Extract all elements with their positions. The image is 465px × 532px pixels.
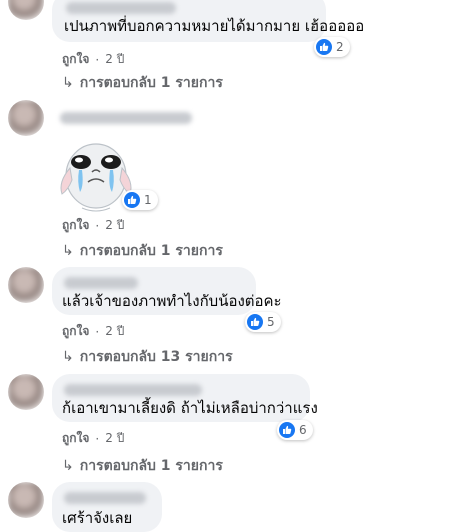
separator: ·: [95, 52, 100, 67]
replies-label: การตอบกลับ 13 รายการ: [79, 349, 233, 365]
commenter-name-blurred[interactable]: [66, 2, 176, 14]
avatar[interactable]: [8, 100, 44, 136]
timestamp[interactable]: 2 ปี: [105, 216, 124, 235]
like-link[interactable]: ถูกใจ: [62, 216, 89, 235]
like-link[interactable]: ถูกใจ: [62, 50, 89, 69]
timestamp[interactable]: 2 ปี: [105, 429, 124, 448]
thumbs-up-icon: [124, 192, 140, 208]
reaction-count[interactable]: 5: [245, 312, 281, 332]
comment-text: เปนภาพที่บอกความหมายได้มากมาย เฮ้อออออ: [64, 17, 365, 35]
comment-actions: ถูกใจ · 2 ปี: [62, 50, 124, 69]
comment-bubble: เปนภาพที่บอกความหมายได้มากมาย เฮ้อออออ: [52, 0, 364, 42]
reply-arrow-icon: ↳: [62, 349, 74, 365]
like-link[interactable]: ถูกใจ: [62, 322, 89, 341]
separator: ·: [95, 324, 100, 339]
comment-text: เศร้าจังเลย: [62, 509, 133, 527]
comment-actions: ถูกใจ · 2 ปี: [62, 322, 124, 341]
commenter-name-blurred[interactable]: [64, 384, 202, 396]
comment-bubble: ก้เอาเขามาเลี้ยงดิ ถ้าไม่เหลือบ่ากว่าแรง: [52, 374, 318, 422]
avatar[interactable]: [8, 374, 44, 410]
timestamp[interactable]: 2 ปี: [105, 50, 124, 69]
reply-arrow-icon: ↳: [62, 243, 74, 259]
commenter-name-blurred[interactable]: [60, 112, 192, 124]
view-replies-link[interactable]: ↳ การตอบกลับ 1 รายการ: [62, 455, 223, 477]
reaction-number: 6: [299, 423, 307, 437]
replies-label: การตอบกลับ 1 รายการ: [79, 75, 223, 91]
avatar[interactable]: [8, 482, 44, 518]
avatar[interactable]: [8, 267, 44, 303]
replies-label: การตอบกลับ 1 รายการ: [79, 243, 223, 259]
reply-arrow-icon: ↳: [62, 458, 74, 474]
view-replies-link[interactable]: ↳ การตอบกลับ 1 รายการ: [62, 240, 223, 262]
comment-text: ก้เอาเขามาเลี้ยงดิ ถ้าไม่เหลือบ่ากว่าแรง: [62, 399, 318, 417]
thumbs-up-icon: [316, 39, 332, 55]
reply-arrow-icon: ↳: [62, 75, 74, 91]
commenter-name-blurred[interactable]: [64, 277, 138, 289]
commenter-name-blurred[interactable]: [64, 492, 146, 504]
reaction-number: 1: [144, 193, 152, 207]
view-replies-link[interactable]: ↳ การตอบกลับ 13 รายการ: [62, 346, 233, 368]
timestamp[interactable]: 2 ปี: [105, 322, 124, 341]
reaction-number: 2: [336, 40, 344, 54]
reaction-count[interactable]: 2: [314, 37, 350, 57]
reaction-number: 5: [267, 315, 275, 329]
comment-actions: ถูกใจ · 2 ปี: [62, 429, 124, 448]
thumbs-up-icon: [279, 422, 295, 438]
replies-label: การตอบกลับ 1 รายการ: [79, 458, 223, 474]
thumbs-up-icon: [247, 314, 263, 330]
comment-text: แล้วเจ้าของภาพทำไงกับน้องต่อคะ: [62, 292, 282, 310]
separator: ·: [95, 218, 100, 233]
comment-actions: ถูกใจ · 2 ปี: [62, 216, 124, 235]
comment-bubble: แล้วเจ้าของภาพทำไงกับน้องต่อคะ: [52, 267, 282, 315]
like-link[interactable]: ถูกใจ: [62, 429, 89, 448]
reaction-count[interactable]: 1: [122, 190, 158, 210]
reaction-count[interactable]: 6: [277, 420, 313, 440]
view-replies-link[interactable]: ↳ การตอบกลับ 1 รายการ: [62, 72, 223, 94]
separator: ·: [95, 431, 100, 446]
comment-bubble: เศร้าจังเลย: [52, 482, 162, 532]
avatar[interactable]: [8, 0, 44, 20]
